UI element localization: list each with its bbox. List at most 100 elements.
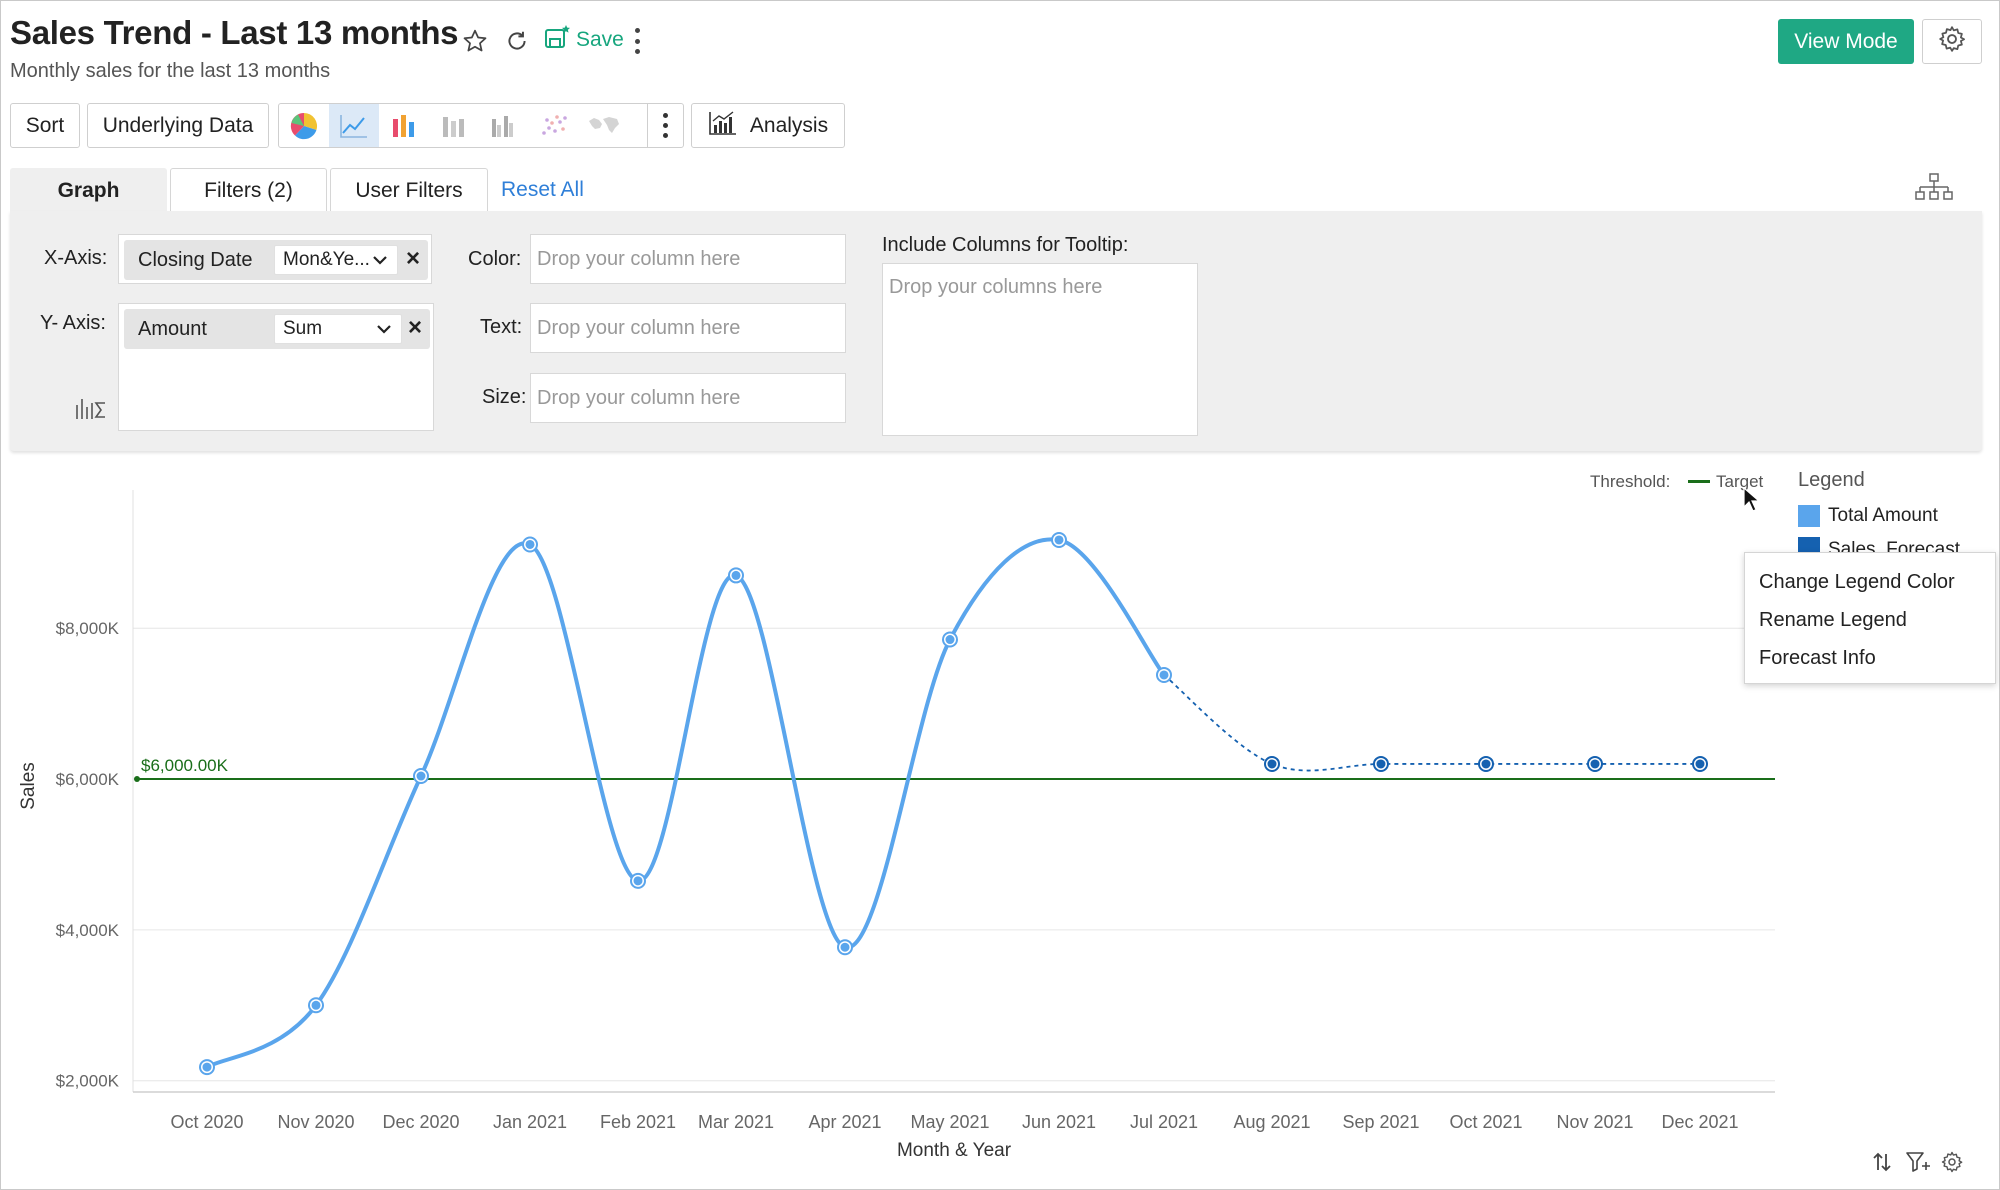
x-tick-label: May 2021: [910, 1112, 989, 1132]
tooltip-dropzone[interactable]: Drop your columns here: [882, 263, 1198, 436]
x-tick-label: Jan 2021: [493, 1112, 567, 1132]
color-label: Color:: [468, 248, 521, 271]
remove-x-axis-icon[interactable]: ×: [406, 246, 420, 272]
y-axis-function-select[interactable]: Sum: [274, 314, 402, 344]
analysis-button[interactable]: Analysis: [691, 103, 845, 148]
grouped-bar-icon[interactable]: [479, 104, 529, 147]
x-axis-function-value: Mon&Ye...: [283, 249, 370, 271]
sort-axis-icon[interactable]: [1868, 1148, 1896, 1176]
tab-user-filters[interactable]: User Filters: [330, 168, 488, 212]
mouse-cursor-icon: [1743, 487, 1759, 518]
x-tick-label: Apr 2021: [808, 1112, 881, 1132]
threshold-value-label: $6,000.00K: [141, 756, 229, 775]
sort-button[interactable]: Sort: [10, 103, 80, 148]
star-icon[interactable]: [460, 26, 490, 56]
tab-graph[interactable]: Graph: [10, 168, 167, 212]
y-axis-label: Y- Axis:: [40, 312, 106, 335]
reset-all-link[interactable]: Reset All: [501, 178, 584, 202]
x-tick-label: Nov 2020: [277, 1112, 354, 1132]
menu-item-rename-legend[interactable]: Rename Legend: [1745, 601, 1995, 639]
y-axis-column-name: Amount: [124, 318, 207, 341]
bar-chart-icon[interactable]: [379, 104, 429, 147]
x-axis-column-name: Closing Date: [124, 249, 253, 272]
tooltip-columns-label: Include Columns for Tooltip:: [882, 234, 1128, 257]
data-point: [732, 571, 741, 580]
y-axis-function-value: Sum: [283, 318, 322, 340]
page-subtitle: Monthly sales for the last 13 months: [10, 60, 330, 83]
chart-settings-icon[interactable]: [1938, 1148, 1966, 1176]
stacked-bar-icon[interactable]: [429, 104, 479, 147]
view-mode-button[interactable]: View Mode: [1778, 19, 1914, 64]
line-chart-icon[interactable]: [329, 104, 379, 147]
x-tick-label: Dec 2021: [1661, 1112, 1738, 1132]
chart-type-selector: [278, 103, 684, 148]
text-label: Text:: [480, 316, 522, 339]
chevron-down-icon: [371, 251, 389, 275]
sales-trend-chart: $2,000K$4,000K$6,000K$8,000KOct 2020Nov …: [0, 460, 1790, 1160]
save-label: Save: [576, 28, 624, 52]
x-tick-label: Oct 2021: [1449, 1112, 1522, 1132]
menu-item-forecast-info[interactable]: Forecast Info: [1745, 639, 1995, 677]
x-tick-label: Dec 2020: [382, 1112, 459, 1132]
x-axis-title: Month & Year: [897, 1140, 1012, 1160]
legend-item-total-amount[interactable]: Total Amount: [1798, 503, 1938, 529]
x-tick-label: Feb 2021: [600, 1112, 676, 1132]
gear-icon: [1937, 24, 1967, 59]
settings-button[interactable]: [1922, 19, 1982, 64]
color-dropzone[interactable]: Drop your column here: [530, 234, 846, 284]
x-tick-label: Oct 2020: [170, 1112, 243, 1132]
analysis-icon: [708, 110, 738, 142]
data-point: [1591, 759, 1600, 768]
x-tick-label: Jun 2021: [1022, 1112, 1096, 1132]
map-chart-icon[interactable]: [579, 104, 629, 147]
x-tick-label: Mar 2021: [698, 1112, 774, 1132]
page-title: Sales Trend - Last 13 months: [10, 14, 458, 52]
data-point: [946, 635, 955, 644]
underlying-data-button[interactable]: Underlying Data: [87, 103, 269, 148]
more-chart-types-icon[interactable]: [647, 104, 683, 147]
data-point: [1268, 759, 1277, 768]
pie-chart-icon[interactable]: [279, 104, 329, 147]
data-point: [634, 876, 643, 885]
tab-filters[interactable]: Filters (2): [170, 168, 327, 212]
legend-context-menu: Change Legend Color Rename Legend Foreca…: [1744, 552, 1996, 684]
x-tick-label: Jul 2021: [1130, 1112, 1198, 1132]
data-point: [203, 1063, 212, 1072]
menu-item-change-legend-color[interactable]: Change Legend Color: [1745, 563, 1995, 601]
threshold-label: Threshold:: [1590, 472, 1670, 492]
more-options-icon[interactable]: [628, 28, 646, 54]
data-point: [417, 772, 426, 781]
threshold-swatch: [1688, 480, 1710, 483]
threshold-marker: [134, 776, 140, 782]
size-dropzone[interactable]: Drop your column here: [530, 373, 846, 423]
y-tick-label: $4,000K: [56, 921, 120, 940]
legend-swatch: [1798, 537, 1820, 553]
forecast-series-line: [1164, 675, 1700, 771]
hierarchy-icon[interactable]: [1914, 172, 1954, 207]
legend-label: Total Amount: [1828, 505, 1938, 527]
remove-y-axis-icon[interactable]: ×: [408, 315, 422, 341]
x-tick-label: Sep 2021: [1342, 1112, 1419, 1132]
aggregate-sigma-icon[interactable]: [74, 395, 108, 426]
data-point: [1055, 535, 1064, 544]
save-icon: [544, 23, 572, 57]
legend-item-sales-forecast[interactable]: Sales_Forecast: [1798, 537, 1960, 553]
x-tick-label: Nov 2021: [1556, 1112, 1633, 1132]
text-dropzone[interactable]: Drop your column here: [530, 303, 846, 353]
x-axis-column-pill[interactable]: Closing Date Mon&Ye... ×: [124, 240, 428, 280]
scatter-chart-icon[interactable]: [529, 104, 579, 147]
y-axis-column-pill[interactable]: Amount Sum ×: [124, 309, 430, 349]
legend-label: Sales_Forecast: [1828, 537, 1960, 553]
analysis-label: Analysis: [750, 114, 828, 138]
save-button[interactable]: Save: [544, 22, 624, 58]
total-amount-series-line: [207, 539, 1164, 1067]
add-filter-icon[interactable]: [1904, 1148, 1932, 1176]
data-point: [1377, 759, 1386, 768]
y-tick-label: $2,000K: [56, 1072, 120, 1091]
refresh-icon[interactable]: [502, 26, 532, 56]
y-axis-title: Sales: [18, 762, 39, 810]
x-axis-function-select[interactable]: Mon&Ye...: [274, 245, 398, 275]
data-point: [1160, 670, 1169, 679]
x-axis-label: X-Axis:: [44, 247, 107, 270]
y-tick-label: $8,000K: [56, 619, 120, 638]
